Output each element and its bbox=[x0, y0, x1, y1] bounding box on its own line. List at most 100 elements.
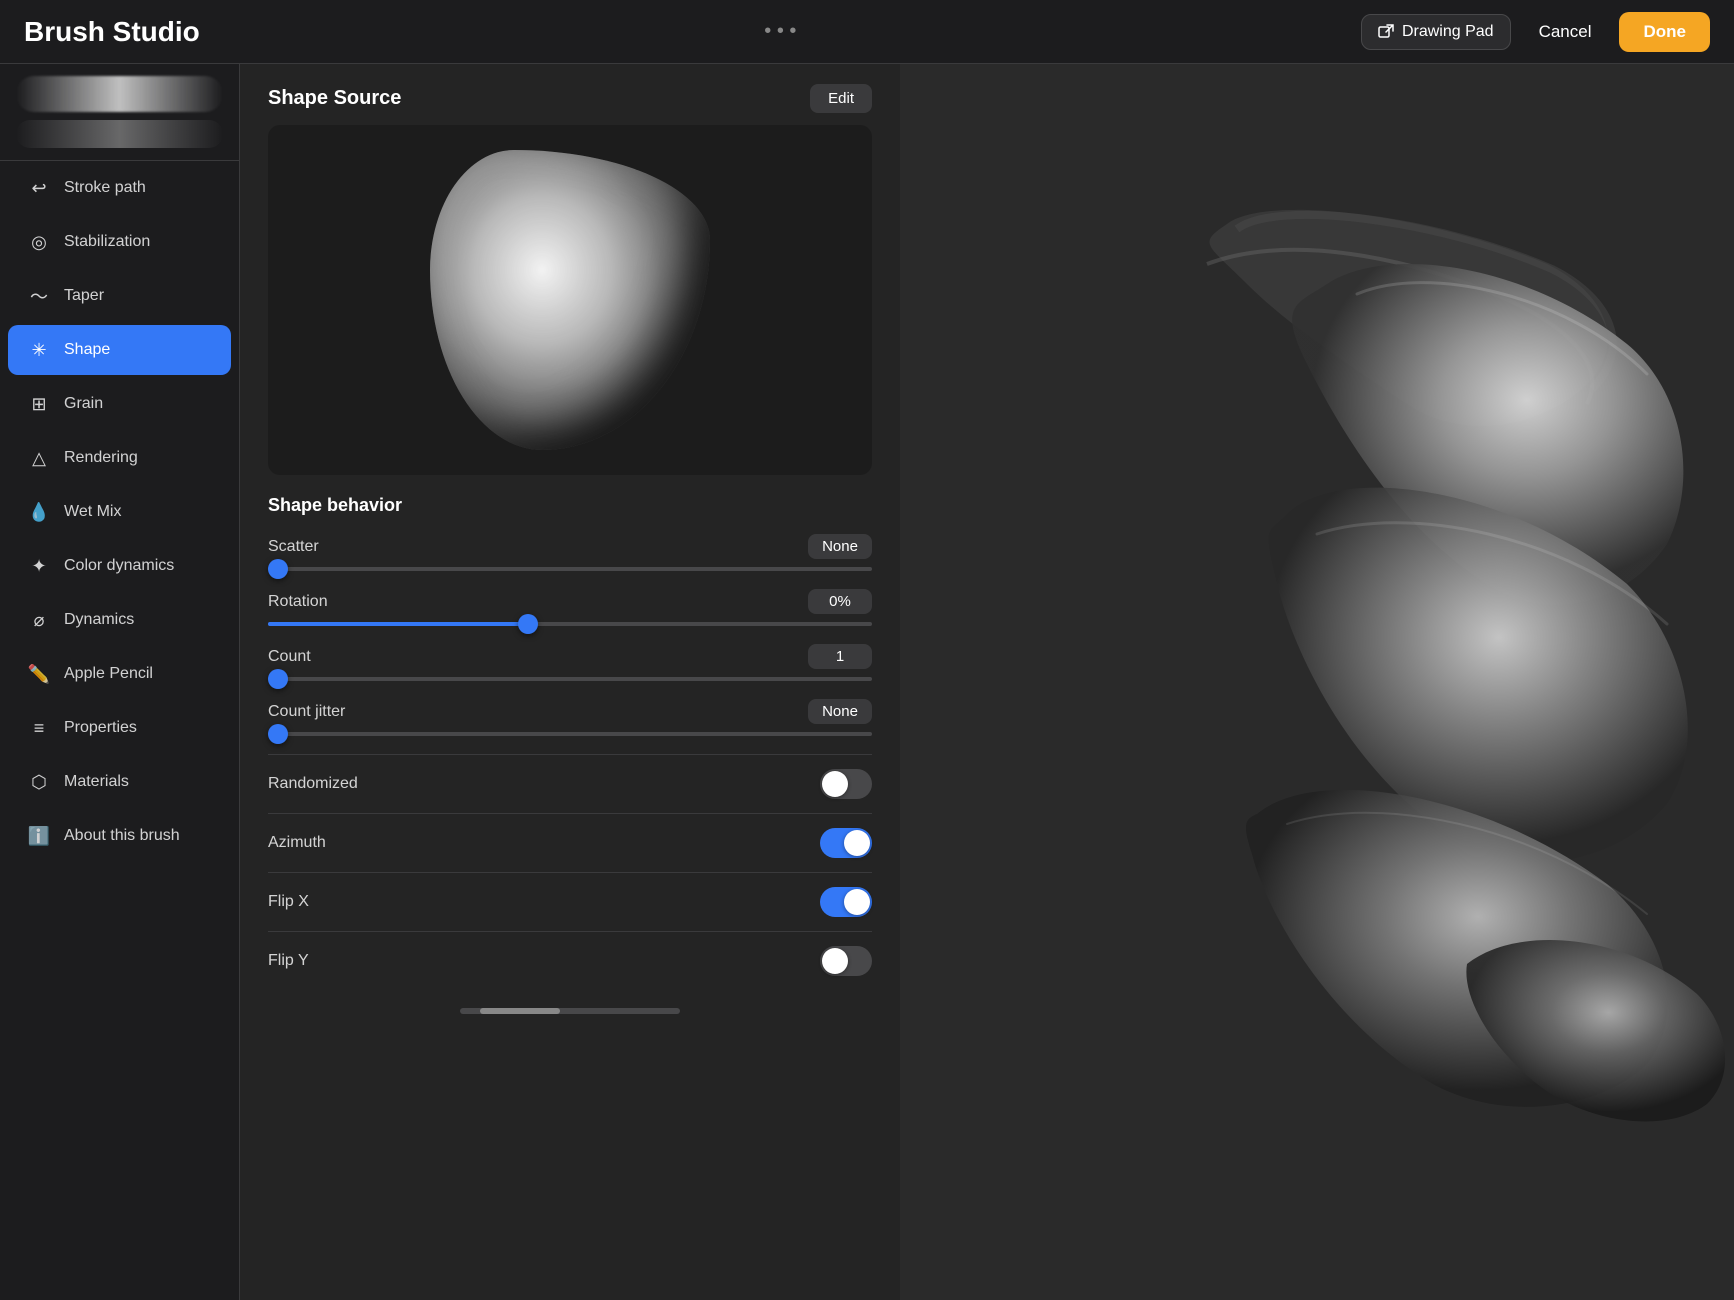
drawing-pad-label: Drawing Pad bbox=[1402, 23, 1494, 41]
count-slider-track[interactable] bbox=[268, 677, 872, 681]
external-link-icon bbox=[1378, 24, 1394, 40]
done-button[interactable]: Done bbox=[1619, 12, 1710, 52]
sidebar-label-dynamics: Dynamics bbox=[64, 611, 134, 629]
materials-icon: ⬡ bbox=[28, 771, 50, 793]
scatter-control: Scatter None bbox=[268, 534, 872, 571]
shape-preview bbox=[268, 125, 872, 475]
rotation-value: 0% bbox=[808, 589, 872, 614]
sidebar-item-properties[interactable]: ≡ Properties bbox=[8, 703, 231, 753]
count-label: Count bbox=[268, 648, 311, 666]
main-content: ↩ Stroke path ◎ Stabilization 〜 Taper ✳ … bbox=[0, 64, 1734, 1300]
sidebar-item-taper[interactable]: 〜 Taper bbox=[8, 271, 231, 321]
scroll-thumb[interactable] bbox=[480, 1008, 560, 1014]
rendering-icon: △ bbox=[28, 447, 50, 469]
sidebar-item-color-dynamics[interactable]: ✦ Color dynamics bbox=[8, 541, 231, 591]
shape-preview-image bbox=[430, 150, 710, 450]
sidebar-label-apple-pencil: Apple Pencil bbox=[64, 665, 153, 683]
brush-strokes-canvas bbox=[900, 64, 1734, 1300]
flip-x-toggle[interactable] bbox=[820, 887, 872, 917]
middle-panel: Shape Source Edit Shape behavior Scatter… bbox=[240, 64, 900, 1300]
behavior-section: Shape behavior Scatter None Rotation 0% bbox=[240, 495, 900, 990]
sidebar-item-grain[interactable]: ⊞ Grain bbox=[8, 379, 231, 429]
randomized-toggle-knob bbox=[822, 771, 848, 797]
brush-stroke-preview-1 bbox=[16, 76, 223, 112]
sidebar-label-stroke-path: Stroke path bbox=[64, 179, 146, 197]
drawing-pad[interactable] bbox=[900, 64, 1734, 1300]
sidebar: ↩ Stroke path ◎ Stabilization 〜 Taper ✳ … bbox=[0, 64, 240, 1300]
grain-icon: ⊞ bbox=[28, 393, 50, 415]
top-center: • • • bbox=[764, 20, 796, 43]
sidebar-label-grain: Grain bbox=[64, 395, 103, 413]
shape-source-title: Shape Source bbox=[268, 87, 401, 110]
scatter-slider-track[interactable] bbox=[268, 567, 872, 571]
flip-x-toggle-knob bbox=[844, 889, 870, 915]
rotation-slider-track[interactable] bbox=[268, 622, 872, 626]
sidebar-label-taper: Taper bbox=[64, 287, 104, 305]
sidebar-label-about: About this brush bbox=[64, 827, 180, 845]
sidebar-item-rendering[interactable]: △ Rendering bbox=[8, 433, 231, 483]
dynamics-icon: ⌀ bbox=[28, 609, 50, 631]
top-bar: Brush Studio • • • Drawing Pad Cancel Do… bbox=[0, 0, 1734, 64]
wet-mix-icon: 💧 bbox=[28, 501, 50, 523]
apple-pencil-icon: ✏️ bbox=[28, 663, 50, 685]
flip-y-toggle[interactable] bbox=[820, 946, 872, 976]
scroll-indicator bbox=[460, 1008, 680, 1014]
flip-x-label: Flip X bbox=[268, 893, 309, 911]
count-jitter-slider-track[interactable] bbox=[268, 732, 872, 736]
sidebar-label-materials: Materials bbox=[64, 773, 129, 791]
panel-header: Shape Source Edit bbox=[240, 64, 900, 125]
about-icon: ℹ️ bbox=[28, 825, 50, 847]
count-jitter-control: Count jitter None bbox=[268, 699, 872, 736]
azimuth-toggle-knob bbox=[844, 830, 870, 856]
count-control: Count 1 bbox=[268, 644, 872, 681]
rotation-control: Rotation 0% bbox=[268, 589, 872, 626]
randomized-toggle[interactable] bbox=[820, 769, 872, 799]
azimuth-label: Azimuth bbox=[268, 834, 326, 852]
shape-behavior-title: Shape behavior bbox=[268, 495, 872, 516]
flip-x-toggle-row: Flip X bbox=[268, 872, 872, 931]
sidebar-label-shape: Shape bbox=[64, 341, 110, 359]
shape-icon: ✳ bbox=[28, 339, 50, 361]
sidebar-item-wet-mix[interactable]: 💧 Wet Mix bbox=[8, 487, 231, 537]
scatter-header: Scatter None bbox=[268, 534, 872, 559]
sidebar-item-shape[interactable]: ✳ Shape bbox=[8, 325, 231, 375]
rotation-label: Rotation bbox=[268, 593, 328, 611]
azimuth-toggle[interactable] bbox=[820, 828, 872, 858]
sidebar-item-stabilization[interactable]: ◎ Stabilization bbox=[8, 217, 231, 267]
sidebar-label-properties: Properties bbox=[64, 719, 137, 737]
flip-y-toggle-row: Flip Y bbox=[268, 931, 872, 990]
cancel-button[interactable]: Cancel bbox=[1527, 14, 1604, 50]
top-actions: Drawing Pad Cancel Done bbox=[1361, 12, 1710, 52]
edit-button[interactable]: Edit bbox=[810, 84, 872, 113]
sidebar-item-stroke-path[interactable]: ↩ Stroke path bbox=[8, 163, 231, 213]
properties-icon: ≡ bbox=[28, 717, 50, 739]
app-title: Brush Studio bbox=[24, 16, 200, 48]
stabilization-icon: ◎ bbox=[28, 231, 50, 253]
scatter-value: None bbox=[808, 534, 872, 559]
sidebar-label-color-dynamics: Color dynamics bbox=[64, 557, 174, 575]
flip-y-label: Flip Y bbox=[268, 952, 309, 970]
count-jitter-value: None bbox=[808, 699, 872, 724]
sidebar-label-rendering: Rendering bbox=[64, 449, 138, 467]
randomized-label: Randomized bbox=[268, 775, 358, 793]
color-dynamics-icon: ✦ bbox=[28, 555, 50, 577]
sidebar-label-stabilization: Stabilization bbox=[64, 233, 150, 251]
taper-icon: 〜 bbox=[28, 285, 50, 307]
sidebar-item-about[interactable]: ℹ️ About this brush bbox=[8, 811, 231, 861]
sidebar-item-materials[interactable]: ⬡ Materials bbox=[8, 757, 231, 807]
count-jitter-header: Count jitter None bbox=[268, 699, 872, 724]
scatter-label: Scatter bbox=[268, 538, 319, 556]
sidebar-item-dynamics[interactable]: ⌀ Dynamics bbox=[8, 595, 231, 645]
sidebar-label-wet-mix: Wet Mix bbox=[64, 503, 121, 521]
flip-y-toggle-knob bbox=[822, 948, 848, 974]
more-options-icon[interactable]: • • • bbox=[764, 20, 796, 43]
drawing-pad-button[interactable]: Drawing Pad bbox=[1361, 14, 1511, 50]
randomized-toggle-row: Randomized bbox=[268, 754, 872, 813]
brush-stroke-preview-2 bbox=[16, 120, 223, 148]
count-header: Count 1 bbox=[268, 644, 872, 669]
brush-preview-area bbox=[0, 64, 239, 161]
sidebar-item-apple-pencil[interactable]: ✏️ Apple Pencil bbox=[8, 649, 231, 699]
count-value: 1 bbox=[808, 644, 872, 669]
rotation-header: Rotation 0% bbox=[268, 589, 872, 614]
count-jitter-label: Count jitter bbox=[268, 703, 345, 721]
